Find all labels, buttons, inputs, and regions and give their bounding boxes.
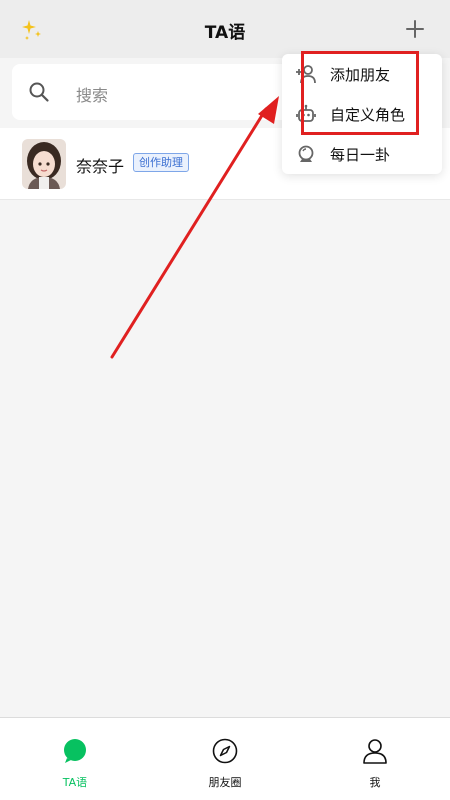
tab-label: TA语 [62,776,88,789]
person-icon [363,739,387,764]
role-badge: 创作助理 [133,153,189,172]
crystal-ball-icon [298,145,314,162]
tab-ta-yu[interactable]: TA语 [15,718,135,800]
compass-icon [212,738,238,764]
avatar [22,139,66,189]
chat-bubble-icon [64,739,86,763]
tab-me[interactable]: 我 [315,718,435,800]
tab-label: 朋友圈 [208,776,242,789]
highlight-box [301,51,419,135]
tab-label: 我 [369,776,381,789]
menu-item-daily-divination[interactable]: 每日一卦 [282,134,442,174]
bottom-nav: TA语 朋友圈 我 [0,717,450,800]
top-bar: TA语 [0,0,450,58]
tab-moments[interactable]: 朋友圈 [165,718,285,800]
search-placeholder: 搜索 [76,86,109,105]
search-icon [29,82,49,102]
chat-name: 奈奈子 [76,157,125,176]
plus-icon[interactable] [404,18,426,40]
page-title: TA语 [204,23,246,43]
menu-label: 每日一卦 [330,146,391,164]
